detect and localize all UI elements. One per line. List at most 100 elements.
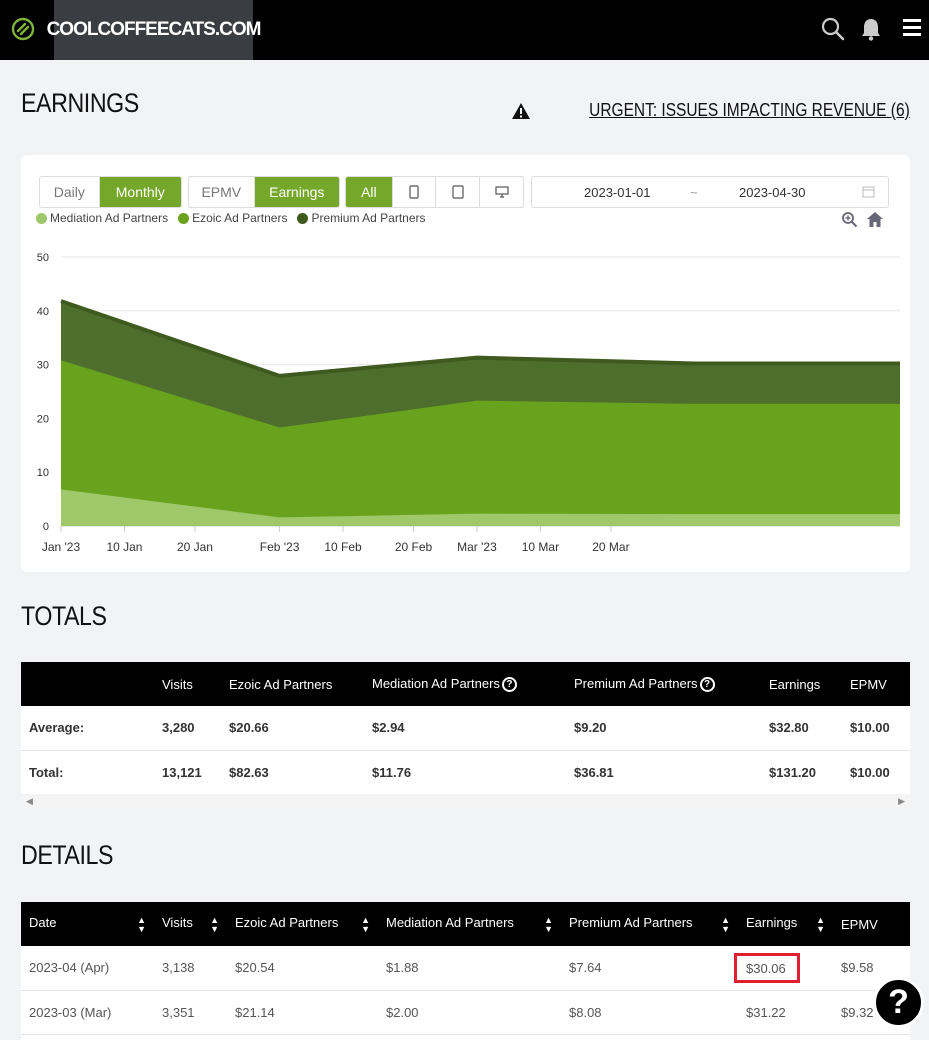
details-header-visits[interactable]: Visits ▲ ▼: [154, 902, 227, 946]
bell-icon[interactable]: [858, 16, 884, 42]
details-header-ezoic[interactable]: Ezoic Ad Partners ▲ ▼: [227, 902, 378, 946]
sort-icon: ▲ ▼: [361, 914, 370, 934]
sort-icon: ▲ ▼: [544, 914, 553, 934]
table-cell: $8.08: [561, 990, 738, 1035]
y-tick-label: 20: [37, 413, 49, 425]
totals-title: TOTALS: [21, 601, 107, 631]
details-header-earnings-label: Earnings: [746, 914, 798, 930]
table-cell: $10.00: [842, 706, 910, 751]
totals-horizontal-scrollbar[interactable]: ◀ ▶: [21, 794, 910, 810]
details-header-mediation-label: Mediation Ad Partners: [386, 914, 514, 930]
x-tick-label: 10 Feb: [324, 540, 362, 554]
table-cell: Total:: [21, 750, 154, 795]
details-table: Date ▲ ▼ Visits ▲ ▼ Ezoic Ad Partners ▲ ▼ Medi…: [21, 902, 910, 1040]
totals-header-premium-label: Premium Ad Partners: [574, 675, 698, 691]
site-selector[interactable]: COOLCOFFEECATS.COM: [47, 0, 261, 60]
x-tick-label: Feb '23: [260, 540, 300, 554]
table-cell: Average:: [21, 706, 154, 751]
help-button[interactable]: ?: [873, 977, 924, 1028]
table-cell: $9.20: [566, 706, 761, 751]
details-header-epmv-label: EPMV: [841, 916, 878, 932]
warning-icon: [512, 102, 531, 119]
table-cell: $32.80: [761, 706, 842, 751]
sort-icon: ▲ ▼: [210, 914, 219, 934]
totals-header-earnings: Earnings: [761, 662, 842, 706]
x-tick-label: 20 Feb: [395, 540, 433, 554]
details-header-mediation[interactable]: Mediation Ad Partners ▲ ▼: [378, 902, 561, 946]
totals-header-epmv: EPMV: [842, 662, 910, 706]
x-tick-label: Jan '23: [42, 540, 81, 554]
x-tick-label: Mar '23: [457, 540, 497, 554]
table-row: 2023-04 (Apr) 3,138 $20.54 $1.88 $7.64 $…: [21, 946, 910, 991]
sort-icon: ▲ ▼: [137, 914, 146, 934]
sort-icon: ▲ ▼: [721, 914, 730, 934]
table-cell: 2023-04 (Apr): [21, 946, 154, 991]
table-cell: $2.00: [378, 990, 561, 1035]
table-cell: $82.63: [221, 750, 364, 795]
earnings-area-chart: 0 10 20 30 40 50 Jan '23 10 Jan 20 Jan Feb '23 10 …: [37, 252, 900, 554]
sort-icon: ▲ ▼: [816, 914, 825, 934]
totals-header-ezoic: Ezoic Ad Partners: [221, 662, 364, 706]
details-header-earnings[interactable]: Earnings ▲ ▼: [738, 902, 833, 946]
table-cell: $21.14: [227, 990, 378, 1035]
x-tick-label: 10 Jan: [106, 540, 142, 554]
table-cell: $2.94: [364, 706, 566, 751]
details-header-date-label: Date: [29, 914, 57, 930]
x-tick-label: 10 Mar: [522, 540, 559, 554]
premium-help-icon[interactable]: ?: [699, 677, 715, 693]
totals-header-blank: [21, 662, 154, 706]
totals-header-mediation-label: Mediation Ad Partners: [372, 675, 500, 691]
highlighted-earnings-value: $30.06: [734, 952, 800, 983]
table-cell: $31.22: [738, 990, 833, 1035]
site-name: COOLCOFFEECATS.COM: [46, 19, 262, 40]
details-header-premium[interactable]: Premium Ad Partners ▲ ▼: [561, 902, 738, 946]
y-tick-label: 50: [37, 252, 49, 264]
urgent-issues-text: URGENT: ISSUES IMPACTING REVENUE (6): [589, 100, 910, 120]
details-header-ezoic-label: Ezoic Ad Partners: [235, 914, 339, 930]
table-cell: $20.66: [221, 706, 364, 751]
table-cell: $20.54: [227, 946, 378, 991]
totals-header-row: Visits Ezoic Ad Partners Mediation Ad Pa…: [21, 662, 910, 706]
details-header-premium-label: Premium Ad Partners: [569, 914, 693, 930]
ezoic-logo-icon[interactable]: [11, 17, 35, 41]
details-title: DETAILS: [21, 840, 114, 870]
top-bar: COOLCOFFEECATS.COM: [0, 0, 929, 60]
x-tick-label: 20 Jan: [177, 540, 213, 554]
table-cell: $11.76: [364, 750, 566, 795]
table-cell: 2023-03 (Mar): [21, 990, 154, 1035]
y-tick-label: 30: [37, 360, 49, 372]
y-tick-label: 40: [37, 306, 49, 318]
table-cell: $7.64: [561, 946, 738, 991]
y-tick-label: 10: [37, 467, 49, 479]
earnings-chart-card: Daily Monthly EPMV Earnings All 2023-01-…: [21, 155, 910, 572]
details-header-epmv[interactable]: EPMV: [833, 902, 910, 946]
details-header-visits-label: Visits: [162, 914, 193, 930]
table-cell: $10.00: [842, 750, 910, 795]
table-cell: 3,138: [154, 946, 227, 991]
table-cell: $30.06: [734, 946, 833, 991]
mediation-help-icon[interactable]: ?: [501, 677, 517, 693]
menu-icon[interactable]: [900, 16, 926, 42]
table-row: 2023-03 (Mar) 3,351 $21.14 $2.00 $8.08 $…: [21, 990, 910, 1035]
totals-header-visits: Visits: [154, 662, 221, 706]
totals-header-mediation: Mediation Ad Partners?: [364, 662, 566, 706]
table-row: Total: 13,121 $82.63 $11.76 $36.81 $131.…: [21, 750, 910, 795]
search-icon[interactable]: [820, 16, 846, 42]
totals-table: Visits Ezoic Ad Partners Mediation Ad Pa…: [21, 662, 910, 795]
table-cell: 3,280: [154, 706, 221, 751]
table-cell: $1.88: [378, 946, 561, 991]
table-row: Average: 3,280 $20.66 $2.94 $9.20 $32.80…: [21, 706, 910, 751]
urgent-issues-link[interactable]: URGENT: ISSUES IMPACTING REVENUE (6): [511, 100, 910, 121]
table-cell: 3,351: [154, 990, 227, 1035]
y-tick-label: 0: [43, 521, 49, 533]
scroll-right-icon[interactable]: ▶: [898, 796, 905, 807]
details-header-date[interactable]: Date ▲ ▼: [21, 902, 154, 946]
table-cell: 13,121: [154, 750, 221, 795]
totals-header-premium: Premium Ad Partners?: [566, 662, 761, 706]
earnings-title: EARNINGS: [21, 88, 139, 118]
details-header-row: Date ▲ ▼ Visits ▲ ▼ Ezoic Ad Partners ▲ ▼ Medi…: [21, 902, 910, 946]
table-cell: $36.81: [566, 750, 761, 795]
table-cell: $131.20: [761, 750, 842, 795]
x-tick-label: 20 Mar: [592, 540, 629, 554]
scroll-left-icon[interactable]: ◀: [26, 796, 33, 807]
